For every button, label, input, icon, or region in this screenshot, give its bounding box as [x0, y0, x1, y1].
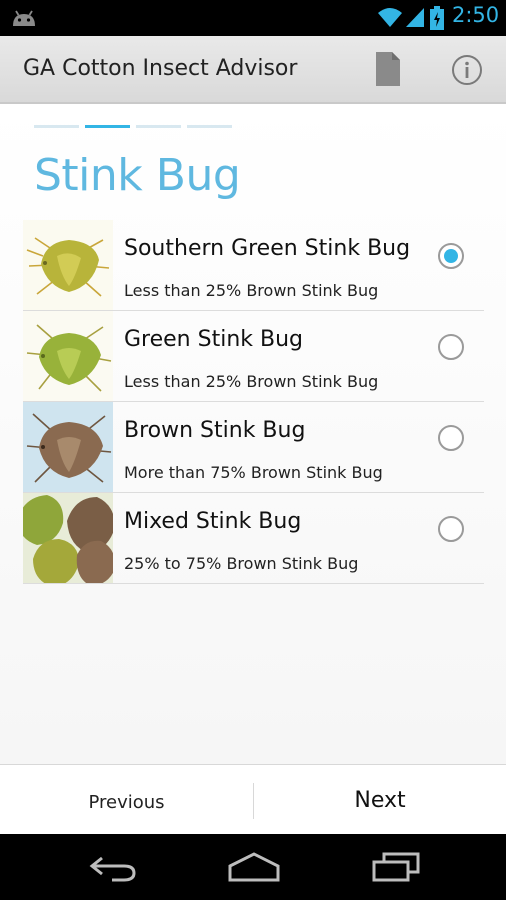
step-3	[136, 125, 181, 128]
option-green-stink-bug[interactable]: Green Stink Bug Less than 25% Brown Stin…	[23, 311, 484, 402]
option-name: Green Stink Bug	[124, 327, 303, 352]
signal-icon	[404, 6, 426, 32]
option-description: 25% to 75% Brown Stink Bug	[124, 554, 359, 573]
step-1	[34, 125, 79, 128]
radio-button-unselected[interactable]	[438, 334, 464, 360]
previous-button[interactable]: Previous	[0, 765, 253, 835]
radio-button-unselected[interactable]	[438, 425, 464, 451]
info-icon[interactable]	[451, 54, 483, 90]
system-nav-bar	[0, 834, 506, 900]
action-bar: GA Cotton Insect Advisor	[0, 36, 506, 104]
page-title: Stink Bug	[34, 150, 241, 201]
next-button[interactable]: Next	[254, 765, 506, 835]
step-4	[187, 125, 232, 128]
step-2	[85, 125, 130, 128]
status-bar: 2:50	[0, 0, 506, 36]
document-icon[interactable]	[376, 52, 400, 90]
option-name: Mixed Stink Bug	[124, 509, 302, 534]
back-icon[interactable]	[88, 854, 138, 886]
option-southern-green-stink-bug[interactable]: Southern Green Stink Bug Less than 25% B…	[23, 220, 484, 311]
option-name: Southern Green Stink Bug	[124, 236, 411, 261]
southern-green-stink-bug-image	[23, 220, 113, 310]
option-brown-stink-bug[interactable]: Brown Stink Bug More than 75% Brown Stin…	[23, 402, 484, 493]
radio-button-unselected[interactable]	[438, 516, 464, 542]
option-description: More than 75% Brown Stink Bug	[124, 463, 383, 482]
stink-bug-options: Southern Green Stink Bug Less than 25% B…	[23, 220, 484, 584]
brown-stink-bug-image	[23, 402, 113, 492]
home-icon[interactable]	[226, 852, 282, 886]
option-description: Less than 25% Brown Stink Bug	[124, 281, 379, 300]
content-area: Stink Bug Southern Green Stink Bug Less …	[0, 104, 506, 764]
option-name: Brown Stink Bug	[124, 418, 306, 443]
wifi-icon	[377, 6, 403, 32]
radio-button-selected[interactable]	[438, 243, 464, 269]
mixed-stink-bug-image	[23, 493, 113, 583]
wizard-footer: Previous Next	[0, 764, 506, 834]
recent-apps-icon[interactable]	[370, 852, 422, 886]
option-description: Less than 25% Brown Stink Bug	[124, 372, 379, 391]
green-stink-bug-image	[23, 311, 113, 401]
android-icon	[10, 6, 38, 34]
battery-icon	[430, 6, 444, 34]
option-mixed-stink-bug[interactable]: Mixed Stink Bug 25% to 75% Brown Stink B…	[23, 493, 484, 584]
status-clock: 2:50	[452, 3, 500, 27]
app-title: GA Cotton Insect Advisor	[23, 56, 298, 81]
